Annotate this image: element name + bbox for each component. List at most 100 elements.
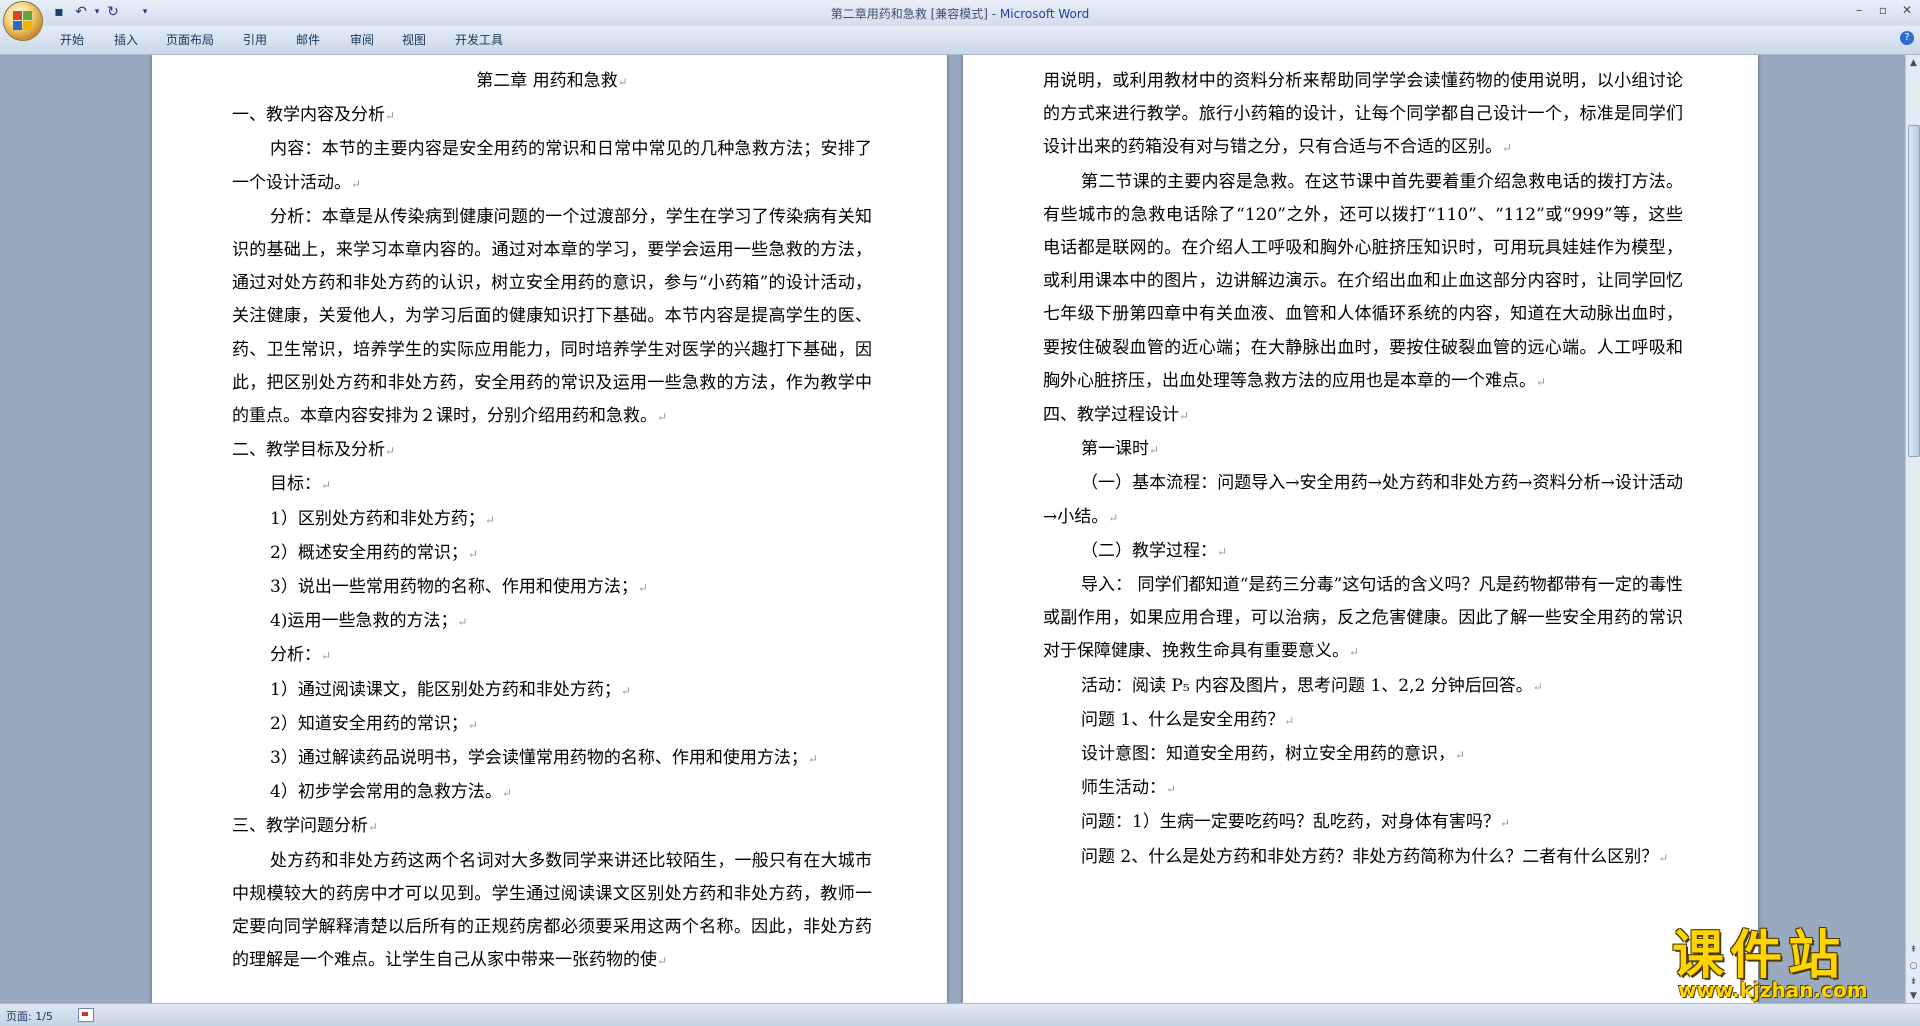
paragraph-mark: ↵ [467, 717, 478, 732]
tab-developer[interactable]: 开发工具 [455, 31, 503, 49]
paragraph-text: 分析：本章是从传染病到健康问题的一个过渡部分，学生在学习了传染病有关知识的基础上… [232, 206, 872, 427]
prev-page-icon[interactable]: ⇞ [1907, 943, 1920, 957]
proofing-icon[interactable] [78, 1008, 94, 1022]
paragraph-text: 3）通过解读药品说明书，学会读懂常用药物的名称、作用和使用方法； [270, 748, 808, 769]
tab-insert[interactable]: 插入 [114, 31, 138, 49]
paragraph-mark: ↵ [1108, 510, 1119, 525]
watermark: 课件站 www.kjzhan.com [1668, 926, 1904, 1002]
scroll-down-icon[interactable]: ▼ [1907, 989, 1920, 1003]
document-page-2[interactable]: 用说明，或利用教材中的资料分析来帮助同学学会读懂药物的使用说明，以小组讨论的方式… [963, 55, 1758, 1003]
paragraph-text: 三、教学问题分析 [232, 816, 368, 837]
paragraph-text: 内容：本节的主要内容是安全用药的常识和日常中常见的几种急救方法；安排了一个设计活… [232, 139, 872, 193]
chapter-title-text: 第二章 用药和急救 [476, 71, 618, 91]
paragraph: 2）概述安全用药的常识；↵ [232, 537, 872, 571]
tab-view[interactable]: 视图 [402, 31, 426, 49]
paragraph-mark: ↵ [484, 512, 495, 527]
tab-mailings[interactable]: 邮件 [296, 31, 320, 49]
paragraph-text: 活动：阅读 P₅ 内容及图片，思考问题 1、2,2 分钟后回答。 [1081, 675, 1533, 696]
paragraph-mark: ↵ [620, 683, 631, 698]
paragraph-text: （一）基本流程：问题导入→安全用药→处方药和非处方药→资料分析→设计活动→小结。 [1043, 473, 1683, 527]
paragraph-text: 师生活动： [1081, 778, 1166, 799]
paragraph-mark: ↵ [1217, 544, 1228, 559]
paragraph-mark: ↵ [1499, 816, 1510, 831]
document-page-1[interactable]: 第二章 用药和急救↵ 一、教学内容及分析↵ 内容：本节的主要内容是安全用药的常识和… [152, 55, 947, 1003]
paragraph-text: 目标： [270, 474, 321, 495]
scroll-up-icon[interactable]: ▲ [1907, 56, 1920, 70]
window-title-doc: 第二章用药和急救 [兼容模式] - [830, 7, 1000, 21]
paragraph-mark: ↵ [1502, 141, 1513, 156]
paragraph-text: 1）区别处方药和非处方药； [270, 508, 485, 529]
watermark-main: 课件站 [1672, 926, 1847, 986]
paragraph-text: 导入： 同学们都知道“是药三分毒”这句话的含义吗？凡是药物都带有一定的毒性或副作… [1043, 575, 1683, 662]
paragraph-mark: ↵ [385, 109, 396, 124]
watermark-url: www.kjzhan.com [1678, 978, 1868, 1002]
paragraph-mark: ↵ [457, 615, 468, 630]
restore-icon[interactable]: ▫ [1872, 2, 1894, 18]
paragraph-mark: ↵ [1166, 782, 1177, 797]
paragraph: 1）区别处方药和非处方药；↵ [232, 503, 872, 537]
next-page-icon[interactable]: ⇟ [1907, 975, 1920, 989]
paragraph-text: 1）通过阅读课文，能区别处方药和非处方药； [270, 679, 621, 700]
paragraph: 1）通过阅读课文，能区别处方药和非处方药；↵ [232, 674, 872, 708]
paragraph: 三、教学问题分析↵ [232, 810, 872, 844]
close-icon[interactable]: ✕ [1896, 2, 1918, 18]
paragraph: （一）基本流程：问题导入→安全用药→处方药和非处方药→资料分析→设计活动→小结。… [1043, 467, 1683, 534]
paragraph-mark: ↵ [1349, 645, 1360, 660]
paragraph: 4)运用一些急救的方法；↵ [232, 605, 872, 639]
paragraph-mark: ↵ [1658, 850, 1669, 865]
tab-review[interactable]: 审阅 [350, 31, 374, 49]
paragraph-text: 2）知道安全用药的常识； [270, 713, 468, 734]
paragraph: 问题：1）生病一定要吃药吗？乱吃药，对身体有害吗？↵ [1043, 806, 1683, 840]
chapter-title: 第二章 用药和急救↵ [232, 65, 872, 99]
paragraph-mark: ↵ [1149, 443, 1160, 458]
paragraph: （二）教学过程：↵ [1043, 535, 1683, 569]
tab-home[interactable]: 开始 [60, 31, 84, 49]
paragraph: 分析：↵ [232, 639, 872, 673]
paragraph-text: 处方药和非处方药这两个名词对大多数同学来讲还比较陌生，一般只有在大城市中规模较大… [232, 850, 872, 971]
paragraph: 内容：本节的主要内容是安全用药的常识和日常中常见的几种急救方法；安排了一个设计活… [232, 133, 872, 200]
paragraph: 3）通过解读药品说明书，学会读懂常用药物的名称、作用和使用方法；↵ [232, 742, 872, 776]
status-bar: 页面: 1/5 [0, 1003, 1920, 1026]
paragraph: 第二节课的主要内容是急救。在这节课中首先要着重介绍急救电话的拨打方法。有些城市的… [1043, 166, 1683, 399]
office-logo-icon [13, 11, 33, 31]
paragraph-text: 第二节课的主要内容是急救。在这节课中首先要着重介绍急救电话的拨打方法。有些城市的… [1043, 171, 1683, 391]
paragraph: 问题 1、什么是安全用药？↵ [1043, 704, 1683, 738]
paragraph-text: 二、教学目标及分析 [232, 440, 385, 461]
paragraph: 一、教学内容及分析↵ [232, 99, 872, 133]
paragraph-mark: ↵ [1536, 374, 1547, 389]
paragraph-mark: ↵ [321, 649, 332, 664]
browse-object-icon[interactable]: ○ [1907, 959, 1920, 973]
paragraph: 处方药和非处方药这两个名词对大多数同学来讲还比较陌生，一般只有在大城市中规模较大… [232, 845, 872, 979]
status-page-number[interactable]: 页面: 1/5 [6, 1008, 53, 1024]
paragraph-mark: ↵ [385, 444, 396, 459]
paragraph: 分析：本章是从传染病到健康问题的一个过渡部分，学生在学习了传染病有关知识的基础上… [232, 201, 872, 434]
paragraph: 问题 2、什么是处方药和非处方药？非处方药简称为什么？二者有什么区别？↵ [1043, 841, 1683, 875]
tab-references[interactable]: 引用 [243, 31, 267, 49]
paragraph-mark: ↵ [637, 581, 648, 596]
paragraph-text: 2）概述安全用药的常识； [270, 542, 468, 563]
paragraph-mark: ↵ [351, 176, 362, 191]
vertical-scrollbar[interactable]: ▲ ⇞ ○ ⇟ ▼ [1905, 55, 1920, 1003]
office-button[interactable] [4, 2, 42, 40]
paragraph-text: 4）初步学会常用的急救方法。 [270, 782, 502, 803]
paragraph: 3）说出一些常用药物的名称、作用和使用方法；↵ [232, 571, 872, 605]
paragraph-text: 四、教学过程设计 [1043, 405, 1179, 426]
paragraph-text: （二）教学过程： [1081, 540, 1217, 561]
paragraph-mark: ↵ [617, 75, 628, 89]
paragraph-text: 设计意图：知道安全用药，树立安全用药的意识， [1081, 744, 1455, 765]
document-workspace: 第二章 用药和急救↵ 一、教学内容及分析↵ 内容：本节的主要内容是安全用药的常识和… [0, 55, 1905, 1003]
paragraph: 设计意图：知道安全用药，树立安全用药的意识，↵ [1043, 738, 1683, 772]
paragraph-mark: ↵ [657, 954, 668, 969]
paragraph: 目标：↵ [232, 468, 872, 502]
paragraph: 用说明，或利用教材中的资料分析来帮助同学学会读懂药物的使用说明，以小组讨论的方式… [1043, 65, 1683, 166]
paragraph: 师生活动：↵ [1043, 772, 1683, 806]
minimize-icon[interactable]: – [1848, 2, 1870, 18]
tab-page-layout[interactable]: 页面布局 [166, 31, 214, 49]
paragraph: 二、教学目标及分析↵ [232, 434, 872, 468]
paragraph-text: 第一课时 [1081, 439, 1149, 460]
paragraph-mark: ↵ [1455, 748, 1466, 763]
paragraph-mark: ↵ [1532, 679, 1543, 694]
paragraph-mark: ↵ [807, 752, 818, 767]
help-icon[interactable]: ? [1900, 31, 1914, 45]
scrollbar-thumb[interactable] [1908, 125, 1920, 457]
